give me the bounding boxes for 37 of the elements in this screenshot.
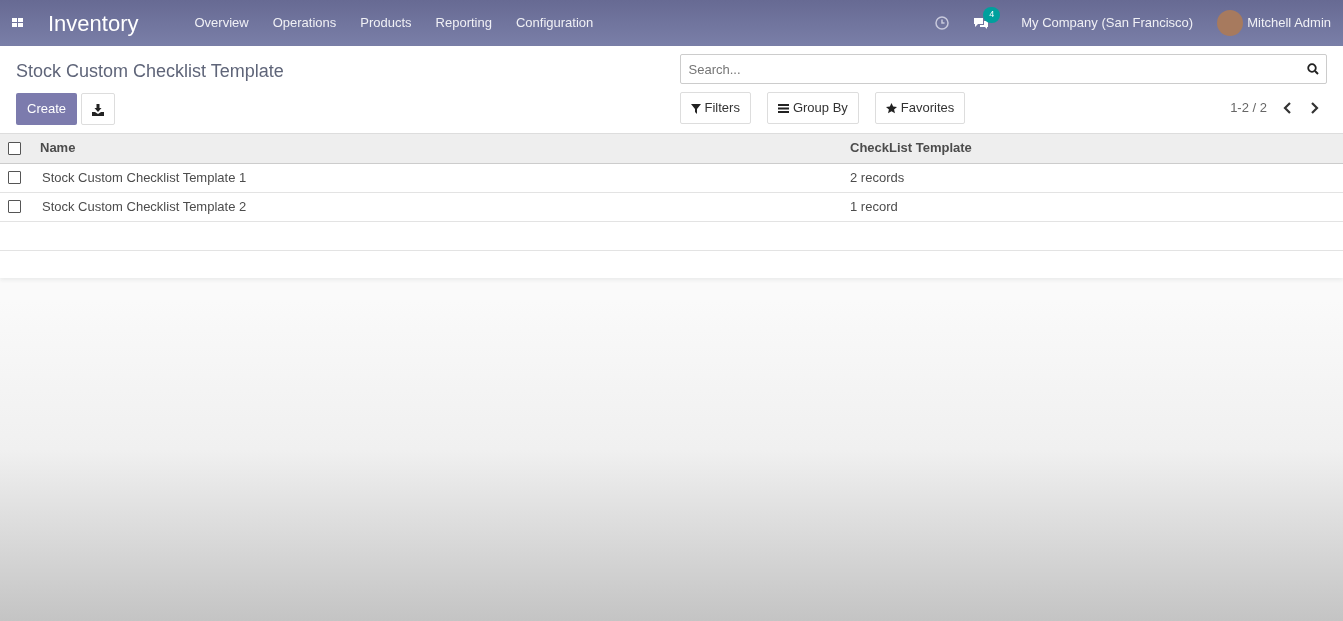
download-icon bbox=[92, 103, 105, 116]
search-icon[interactable] bbox=[1307, 63, 1319, 75]
message-count-badge: 4 bbox=[983, 7, 1001, 23]
menu-link[interactable]: Configuration bbox=[515, 13, 594, 33]
table-cell-text: 1 record bbox=[850, 197, 899, 216]
group-by-button[interactable]: Group By bbox=[766, 92, 859, 124]
menu-link[interactable]: Reporting bbox=[435, 13, 492, 33]
company-switcher[interactable]: My Company (San Francisco) bbox=[1021, 13, 1194, 33]
previous-icon[interactable] bbox=[1283, 101, 1293, 114]
column-header[interactable]: CheckList Template bbox=[850, 138, 1343, 158]
next-icon[interactable] bbox=[1309, 101, 1319, 114]
column-header[interactable]: Name bbox=[40, 138, 850, 158]
menu-link[interactable]: Operations bbox=[272, 13, 337, 33]
app-title: Inventory bbox=[48, 9, 139, 38]
create-button[interactable]: Create bbox=[16, 93, 78, 125]
table-cell-text: 2 records bbox=[850, 168, 906, 187]
search-field[interactable]: Search... bbox=[679, 54, 1327, 84]
checkbox[interactable] bbox=[8, 171, 21, 184]
table-cell-text: Stock Custom Checklist Template 2 bbox=[42, 197, 248, 216]
chat-icon[interactable] bbox=[973, 17, 990, 31]
table-cell-text: Stock Custom Checklist Template 1 bbox=[42, 168, 248, 187]
checkbox[interactable] bbox=[8, 200, 21, 213]
apps-grid-icon[interactable] bbox=[12, 18, 24, 28]
filter-icon bbox=[690, 103, 701, 114]
menu-link[interactable]: Overview bbox=[194, 13, 249, 33]
list-icon bbox=[777, 104, 789, 114]
clock-icon[interactable] bbox=[935, 16, 950, 30]
user-menu[interactable]: Mitchell Admin bbox=[1247, 13, 1331, 33]
star-icon bbox=[885, 103, 897, 115]
filters-button[interactable]: Filters bbox=[679, 92, 751, 124]
download-button[interactable] bbox=[81, 93, 116, 125]
user-avatar bbox=[1217, 10, 1244, 36]
page-title: Stock Custom Checklist Template bbox=[16, 60, 285, 83]
checkbox[interactable] bbox=[8, 141, 21, 155]
favorites-button[interactable]: Favorites bbox=[874, 92, 966, 124]
menu-link[interactable]: Products bbox=[360, 13, 412, 33]
pager-value: 1-2 / 2 bbox=[1230, 99, 1267, 117]
